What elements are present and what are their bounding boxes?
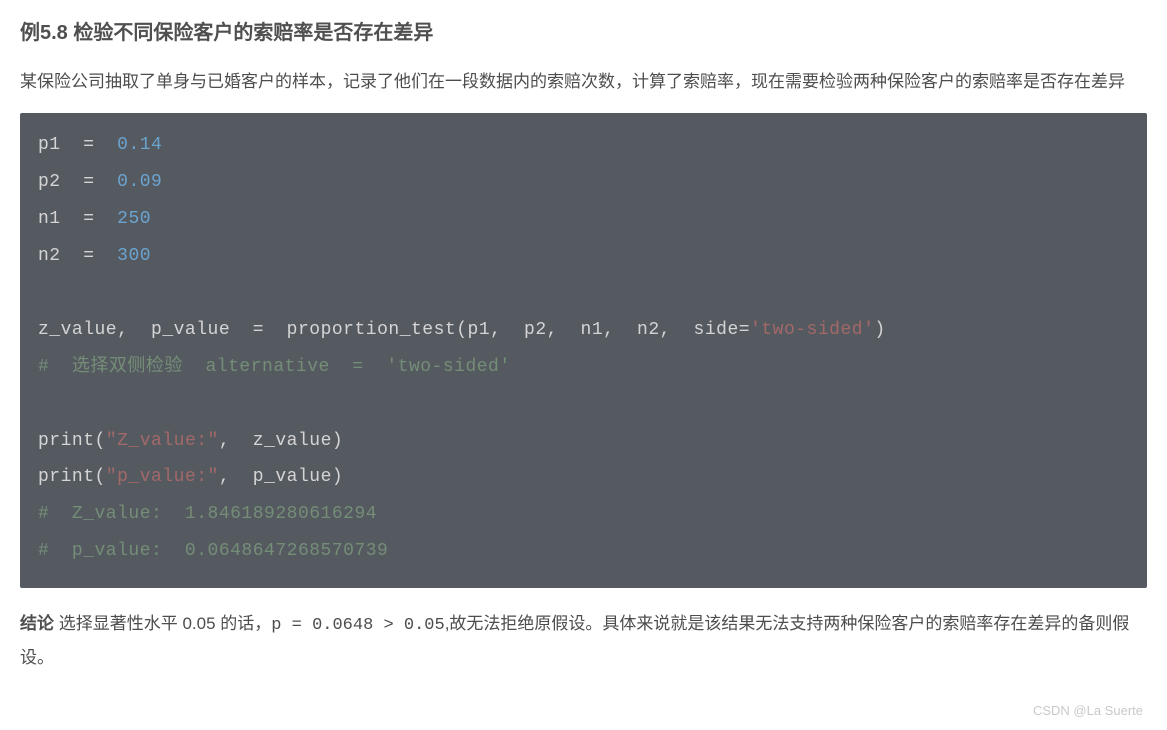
code-string: 'two-sided' — [750, 320, 874, 340]
code-rest: , z_value — [219, 431, 332, 451]
code-paren: ) — [332, 431, 343, 451]
code-rest: , p_value — [219, 467, 332, 487]
code-lhs: z_value, p_value — [38, 320, 230, 340]
code-string: "Z_value:" — [106, 431, 219, 451]
code-args: p1, p2, n1, n2, side= — [468, 320, 751, 340]
code-op: = — [83, 246, 94, 266]
code-var: p2 — [38, 172, 61, 192]
code-var: p1 — [38, 135, 61, 155]
code-var: n1 — [38, 209, 61, 229]
watermark-text: CSDN @La Suerte — [1033, 700, 1143, 722]
code-comment: # p_value: 0.0648647268570739 — [38, 541, 388, 561]
code-func: print — [38, 431, 95, 451]
intro-text: 某保险公司抽取了单身与已婚客户的样本，记录了他们在一段数据内的索赔次数，计算了索… — [20, 66, 1147, 97]
conclusion-part1: 选择显著性水平 0.05 的话， — [54, 614, 271, 633]
code-func: print — [38, 467, 95, 487]
code-paren: ) — [874, 320, 885, 340]
code-op: = — [83, 135, 94, 155]
code-string: "p_value:" — [106, 467, 219, 487]
conclusion-text: 结论 选择显著性水平 0.05 的话，p = 0.0648 > 0.05,故无法… — [20, 608, 1147, 673]
code-number: 300 — [117, 246, 151, 266]
code-op: = — [83, 172, 94, 192]
code-op: = — [83, 209, 94, 229]
code-block: p1 = 0.14 p2 = 0.09 n1 = 250 n2 = 300 z_… — [20, 113, 1147, 588]
code-comment: # Z_value: 1.846189280616294 — [38, 504, 377, 524]
code-func: proportion_test — [287, 320, 457, 340]
code-paren: ) — [332, 467, 343, 487]
code-paren: ( — [456, 320, 467, 340]
code-paren: ( — [95, 467, 106, 487]
conclusion-label: 结论 — [20, 614, 54, 633]
code-number: 0.14 — [117, 135, 162, 155]
code-op: = — [253, 320, 264, 340]
conclusion-inline-code: p = 0.0648 > 0.05 — [271, 616, 444, 635]
code-number: 0.09 — [117, 172, 162, 192]
section-heading: 例5.8 检验不同保险客户的索赔率是否存在差异 — [20, 16, 1147, 50]
code-number: 250 — [117, 209, 151, 229]
code-var: n2 — [38, 246, 61, 266]
code-comment: # 选择双侧检验 alternative = 'two-sided' — [38, 357, 511, 377]
code-paren: ( — [95, 431, 106, 451]
